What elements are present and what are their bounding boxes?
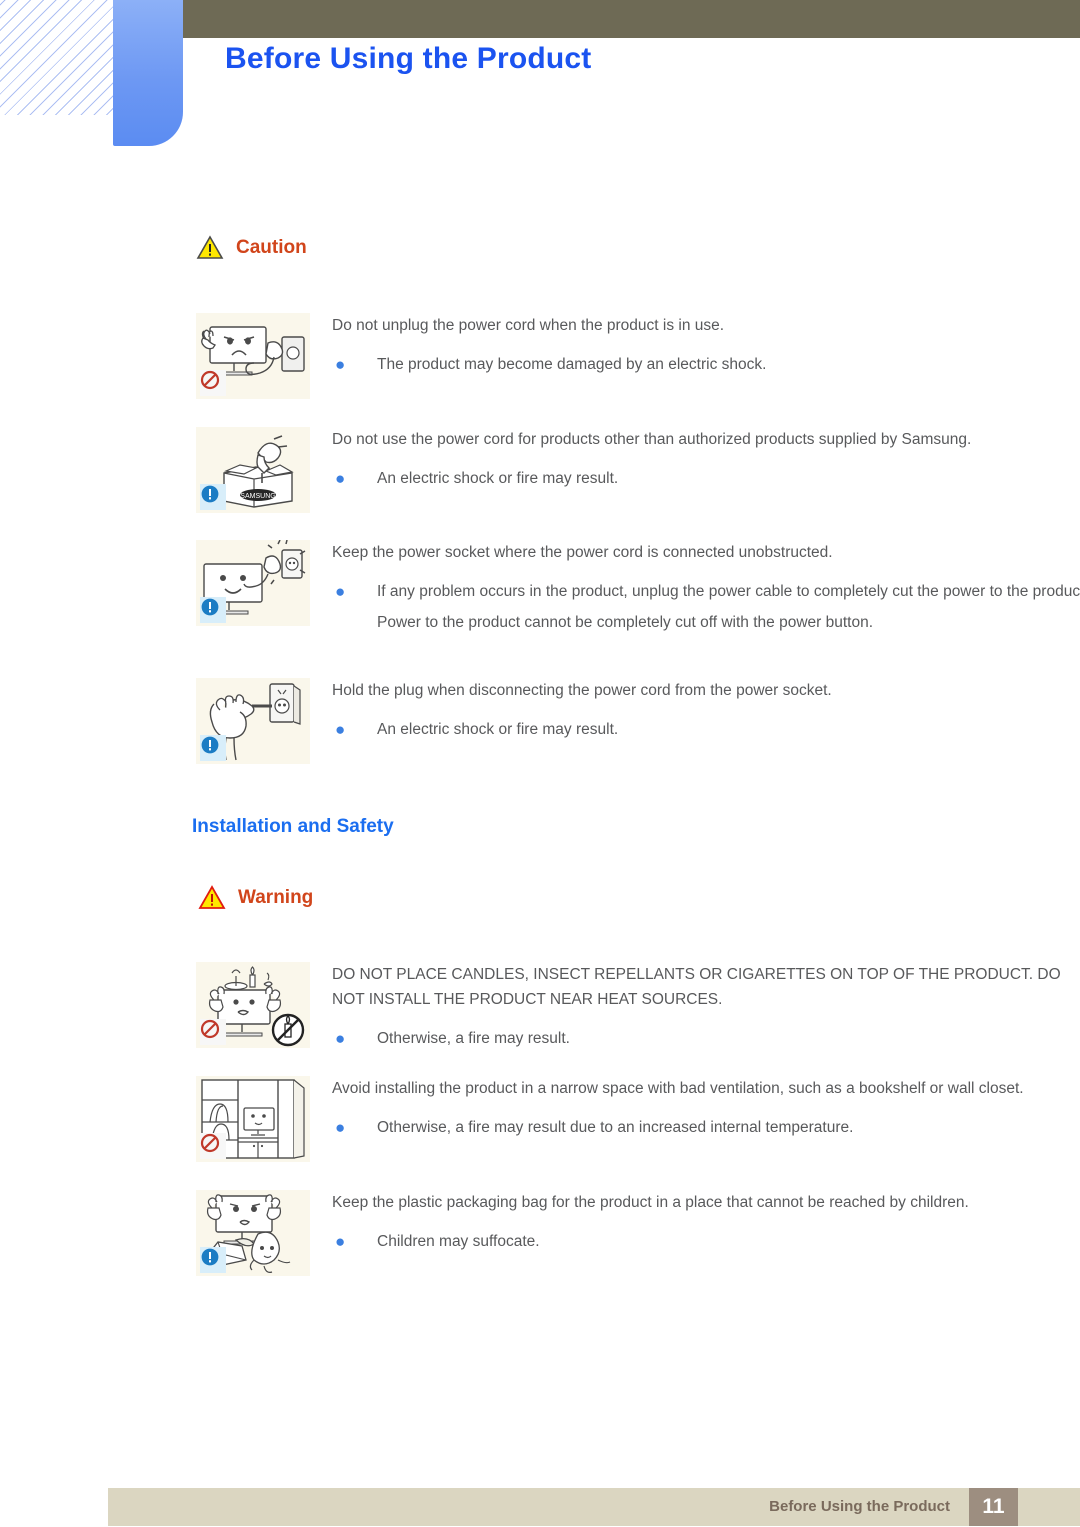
safety-item-main-text: Keep the plastic packaging bag for the p… (332, 1194, 969, 1211)
hatch-pattern-decoration (0, 0, 120, 115)
info-exclamation-icon (200, 484, 226, 510)
bullet-row: ● If any problem occurs in the product, … (332, 579, 1080, 604)
page-title: Before Using the Product (225, 42, 592, 75)
warning-triangle-icon (196, 235, 224, 260)
monitor-candles-on-top-icon (196, 962, 310, 1048)
bullet-dot-icon: ● (335, 1232, 346, 1251)
safety-item-text: Keep the power socket where the power co… (332, 540, 1080, 635)
safety-item-main-text: Avoid installing the product in a narrow… (332, 1080, 1024, 1097)
bullet-text: Children may suffocate. (377, 1233, 540, 1250)
bullet-dot-icon: ● (335, 582, 346, 601)
bullet-text: An electric shock or fire may result. (377, 470, 619, 487)
section-heading-installation-and-safety: Installation and Safety (192, 816, 394, 837)
footer-page-number: 11 (969, 1488, 1018, 1526)
bullet-text: Otherwise, a fire may result. (377, 1030, 570, 1047)
caution-heading: Caution (196, 235, 307, 260)
info-exclamation-icon (200, 1247, 226, 1273)
svg-text:SAMSUNG: SAMSUNG (240, 493, 275, 500)
prohibition-icon (200, 1019, 226, 1045)
bullet-text: Otherwise, a fire may result due to an i… (377, 1119, 854, 1136)
bullet-extra-text: Power to the product cannot be completel… (377, 614, 874, 631)
bullet-row: ● Otherwise, a fire may result. (332, 1026, 1080, 1051)
caution-label: Caution (236, 236, 307, 258)
prohibition-icon (200, 370, 226, 396)
monitor-socket-unobstructed-icon (196, 540, 310, 626)
bullet-dot-icon: ● (335, 720, 346, 739)
prohibition-icon (200, 1133, 226, 1159)
safety-item-main-text: Do not unplug the power cord when the pr… (332, 317, 725, 334)
safety-item-text: Hold the plug when disconnecting the pow… (332, 678, 1080, 742)
info-exclamation-icon (200, 735, 226, 761)
bullet-row: ● Children may suffocate. (332, 1229, 1080, 1254)
info-exclamation-icon (200, 597, 226, 623)
bullet-dot-icon: ● (335, 1029, 346, 1048)
monitor-in-bookshelf-icon (196, 1076, 310, 1162)
bullet-row: ● The product may become damaged by an e… (332, 352, 1080, 377)
bullet-dot-icon: ● (335, 469, 346, 488)
bullet-row: ● Otherwise, a fire may result due to an… (332, 1115, 1080, 1140)
safety-item-main-text: Do not use the power cord for products o… (332, 431, 972, 448)
document-page: Before Using the Product Caution Do not … (0, 0, 1080, 1527)
safety-item-text: Do not use the power cord for products o… (332, 427, 1080, 491)
safety-item-text: Avoid installing the product in a narrow… (332, 1076, 1080, 1140)
bullet-row: ● An electric shock or fire may result. (332, 466, 1080, 491)
bullet-dot-icon: ● (335, 355, 346, 374)
safety-item-text: Keep the plastic packaging bag for the p… (332, 1190, 1080, 1254)
bullet-text: The product may become damaged by an ele… (377, 356, 767, 373)
footer-chapter-label: Before Using the Product (769, 1498, 950, 1515)
safety-item-main-text: DO NOT PLACE CANDLES, INSECT REPELLANTS … (332, 966, 1061, 1008)
bullet-row: ● An electric shock or fire may result. (332, 717, 1080, 742)
monitor-unplug-cord-icon (196, 313, 310, 399)
safety-item-main-text: Hold the plug when disconnecting the pow… (332, 682, 832, 699)
bullet-text: If any problem occurs in the product, un… (377, 583, 1080, 600)
hand-holding-plug-icon (196, 678, 310, 764)
safety-item-main-text: Keep the power socket where the power co… (332, 544, 833, 561)
safety-item-text: DO NOT PLACE CANDLES, INSECT REPELLANTS … (332, 962, 1080, 1051)
bullet-text: An electric shock or fire may result. (377, 721, 619, 738)
child-with-plastic-bag-icon (196, 1190, 310, 1276)
header-blue-tab (113, 0, 183, 146)
bullet-dot-icon: ● (335, 1118, 346, 1137)
power-plug-in-samsung-box-icon: SAMSUNG (196, 427, 310, 513)
warning-heading: Warning (198, 885, 313, 910)
warning-label: Warning (238, 886, 314, 908)
header-olive-bar (183, 0, 1080, 38)
warning-triangle-icon (198, 885, 226, 910)
safety-item-text: Do not unplug the power cord when the pr… (332, 313, 1080, 377)
